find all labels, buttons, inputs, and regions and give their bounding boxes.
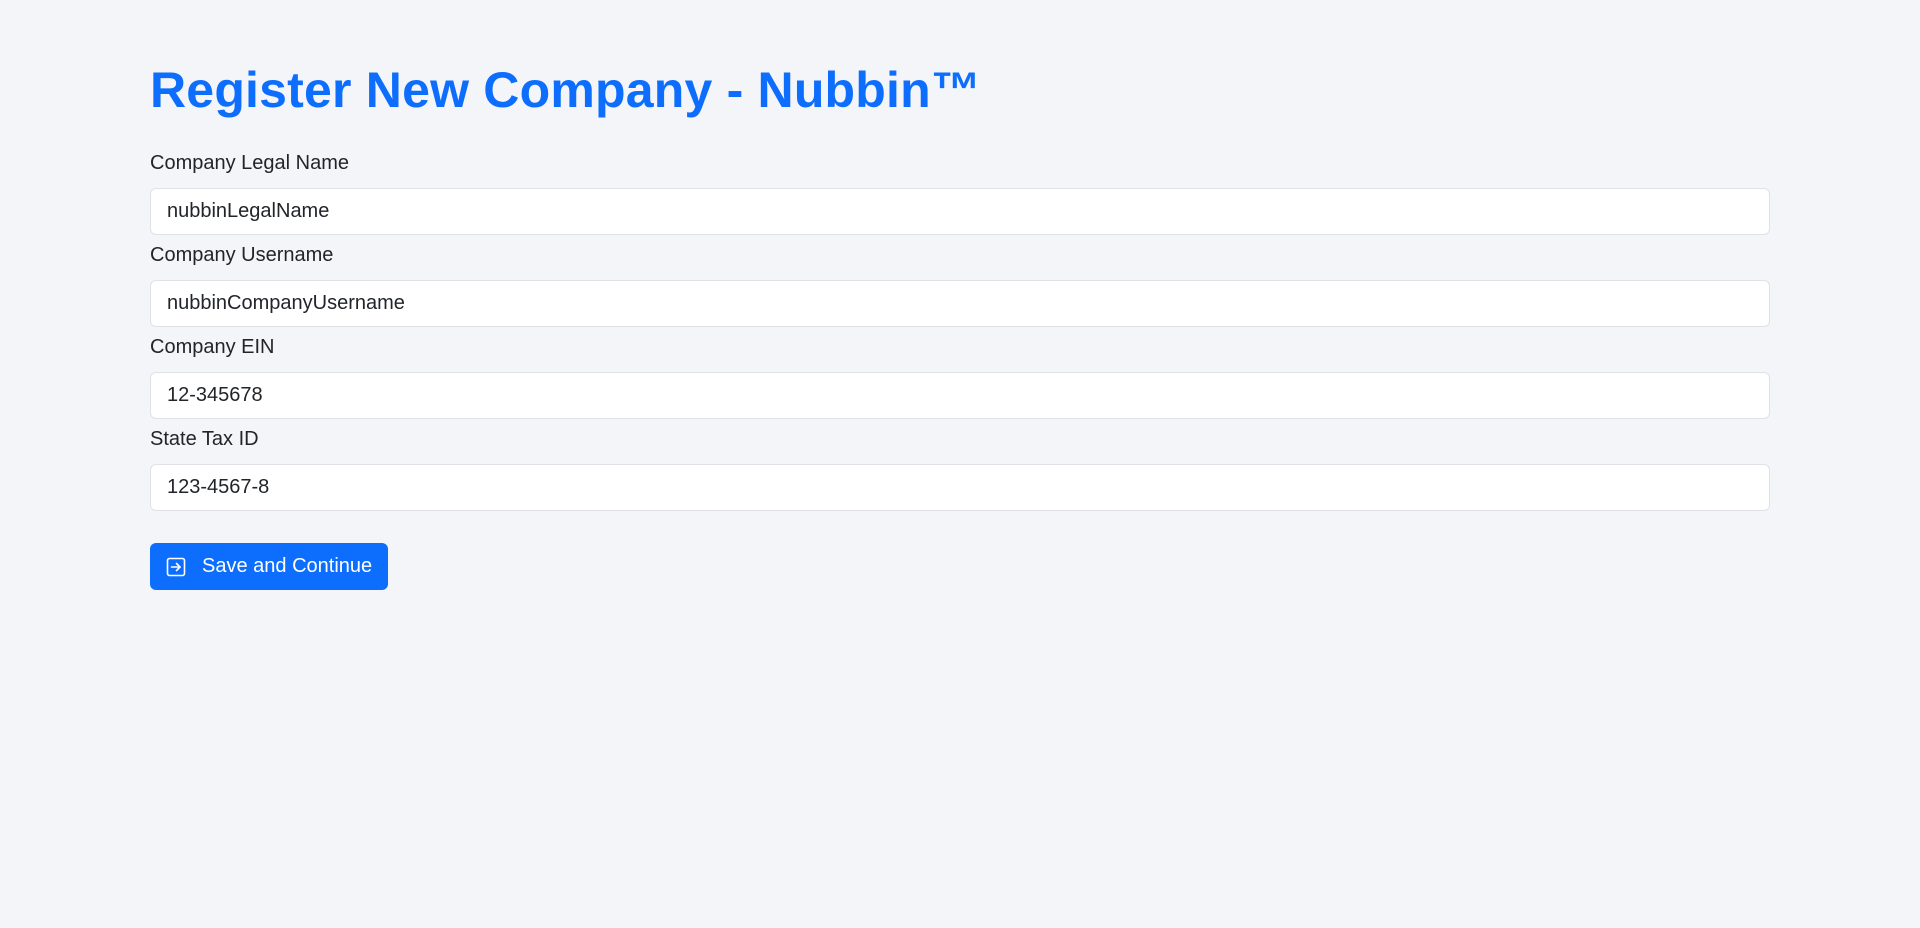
legal-name-group: Company Legal Name [150,151,1770,235]
register-company-form: Company Legal Name Company Username Comp… [150,151,1770,590]
legal-name-input[interactable] [150,188,1770,235]
form-actions: Save and Continue [150,543,1770,590]
ein-group: Company EIN [150,335,1770,419]
state-tax-id-label: State Tax ID [150,428,259,450]
legal-name-label: Company Legal Name [150,152,349,174]
box-arrow-in-right-icon [166,557,186,577]
username-label: Company Username [150,244,334,266]
save-and-continue-button[interactable]: Save and Continue [150,543,389,590]
page-title: Register New Company - Nubbin™ [150,62,982,118]
ein-label: Company EIN [150,336,275,358]
username-input[interactable] [150,280,1770,327]
username-group: Company Username [150,243,1770,327]
state-tax-id-group: State Tax ID [150,427,1770,511]
save-and-continue-label: Save and Continue [202,555,373,577]
main-container: Register New Company - Nubbin™ Company L… [150,0,1770,590]
state-tax-id-input[interactable] [150,464,1770,511]
ein-input[interactable] [150,372,1770,419]
